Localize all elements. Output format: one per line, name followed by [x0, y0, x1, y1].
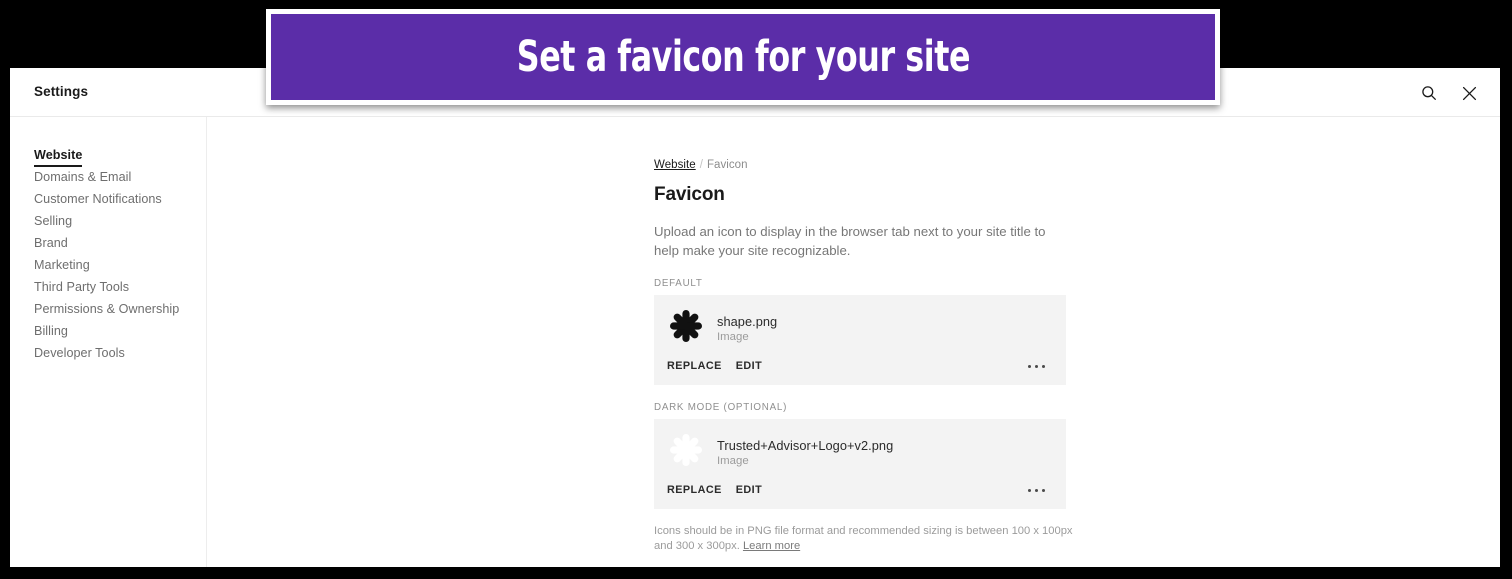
default-file-name: shape.png	[717, 313, 778, 329]
sidebar-item-brand[interactable]: Brand	[10, 234, 206, 256]
ellipsis-icon	[1028, 488, 1031, 492]
sidebar-item-permissions-ownership[interactable]: Permissions & Ownership	[10, 300, 206, 322]
sidebar-item-label: Billing	[34, 324, 68, 338]
helper-text-body: Icons should be in PNG file format and r…	[654, 525, 1073, 552]
default-favicon-card: shape.png Image REPLACE EDIT	[654, 295, 1066, 385]
ellipsis-icon	[1035, 488, 1038, 492]
dark-mode-card-actions: REPLACE EDIT	[667, 482, 1053, 498]
sidebar-item-domains-email[interactable]: Domains & Email	[10, 168, 206, 190]
sidebar-item-customer-notifications[interactable]: Customer Notifications	[10, 190, 206, 212]
dark-mode-more-options-button[interactable]	[1028, 483, 1045, 497]
sidebar-item-label: Customer Notifications	[34, 192, 162, 206]
breadcrumb: Website / Favicon	[654, 159, 1074, 171]
asterisk-flower-icon	[668, 308, 704, 349]
favicon-helper-text: Icons should be in PNG file format and r…	[654, 524, 1074, 554]
window-title: Settings	[34, 84, 89, 99]
page-description: Upload an icon to display in the browser…	[654, 224, 1046, 258]
close-icon	[1462, 86, 1477, 101]
sidebar-item-selling[interactable]: Selling	[10, 212, 206, 234]
default-card-actions: REPLACE EDIT	[667, 358, 1053, 374]
search-button[interactable]	[1416, 80, 1442, 106]
search-icon	[1421, 85, 1437, 101]
sidebar-item-label: Website	[34, 148, 83, 167]
sidebar-item-label: Selling	[34, 214, 73, 228]
header-actions	[1416, 80, 1482, 106]
screenshot-root: Settings Website Domains & Email Custome…	[0, 0, 1512, 579]
sidebar-item-label: Permissions & Ownership	[34, 302, 180, 316]
sidebar-item-third-party-tools[interactable]: Third Party Tools	[10, 278, 206, 300]
breadcrumb-current: Favicon	[706, 159, 748, 171]
settings-main: Website / Favicon Favicon Upload an icon t…	[208, 117, 1500, 567]
dark-mode-replace-button[interactable]: REPLACE	[667, 484, 722, 496]
sidebar-item-label: Brand	[34, 236, 68, 250]
dark-mode-favicon-thumbnail	[667, 433, 705, 471]
default-favicon-thumbnail	[667, 309, 705, 347]
sidebar-item-label: Third Party Tools	[34, 280, 130, 294]
dark-mode-file-meta: Trusted+Advisor+Logo+v2.png Image	[717, 438, 893, 467]
ellipsis-icon	[1042, 488, 1045, 492]
learn-more-link[interactable]: Learn more	[743, 540, 800, 552]
settings-window: Settings Website Domains & Email Custome…	[10, 68, 1500, 567]
ellipsis-icon	[1028, 364, 1031, 368]
default-more-options-button[interactable]	[1028, 359, 1045, 373]
favicon-panel: Website / Favicon Favicon Upload an icon t…	[654, 159, 1074, 554]
settings-sidebar: Website Domains & Email Customer Notific…	[10, 117, 207, 567]
default-file-meta: shape.png Image	[717, 314, 777, 343]
sidebar-item-developer-tools[interactable]: Developer Tools	[10, 344, 206, 366]
dark-mode-file-name: Trusted+Advisor+Logo+v2.png	[717, 437, 894, 453]
sidebar-item-website[interactable]: Website	[10, 146, 206, 168]
default-file-row: shape.png Image	[667, 307, 1053, 349]
callout-banner-text: Set a favicon for your site	[516, 32, 970, 82]
callout-banner: Set a favicon for your site	[266, 9, 1220, 105]
sidebar-item-label: Marketing	[34, 258, 90, 272]
dark-mode-section-label: DARK MODE (OPTIONAL)	[654, 402, 788, 413]
default-edit-button[interactable]: EDIT	[736, 360, 762, 372]
breadcrumb-separator: /	[699, 159, 703, 171]
sidebar-item-billing[interactable]: Billing	[10, 322, 206, 344]
callout-banner-inner: Set a favicon for your site	[271, 14, 1215, 100]
sidebar-nav-list: Website Domains & Email Customer Notific…	[10, 146, 206, 366]
sidebar-item-label: Developer Tools	[34, 346, 125, 360]
dark-mode-file-row: Trusted+Advisor+Logo+v2.png Image	[667, 431, 1053, 473]
dark-mode-favicon-card: Trusted+Advisor+Logo+v2.png Image REPLAC…	[654, 419, 1066, 509]
ellipsis-icon	[1042, 364, 1045, 368]
default-section-label: DEFAULT	[654, 278, 703, 289]
sidebar-item-label: Domains & Email	[34, 170, 132, 184]
dark-mode-edit-button[interactable]: EDIT	[736, 484, 762, 496]
default-file-type: Image	[717, 330, 749, 343]
page-title: Favicon	[654, 184, 725, 205]
default-replace-button[interactable]: REPLACE	[667, 360, 722, 372]
dark-mode-file-type: Image	[717, 454, 749, 467]
breadcrumb-parent-link[interactable]: Website	[654, 159, 696, 171]
close-button[interactable]	[1456, 80, 1482, 106]
sidebar-item-marketing[interactable]: Marketing	[10, 256, 206, 278]
ellipsis-icon	[1035, 364, 1038, 368]
asterisk-flower-icon	[668, 432, 704, 473]
